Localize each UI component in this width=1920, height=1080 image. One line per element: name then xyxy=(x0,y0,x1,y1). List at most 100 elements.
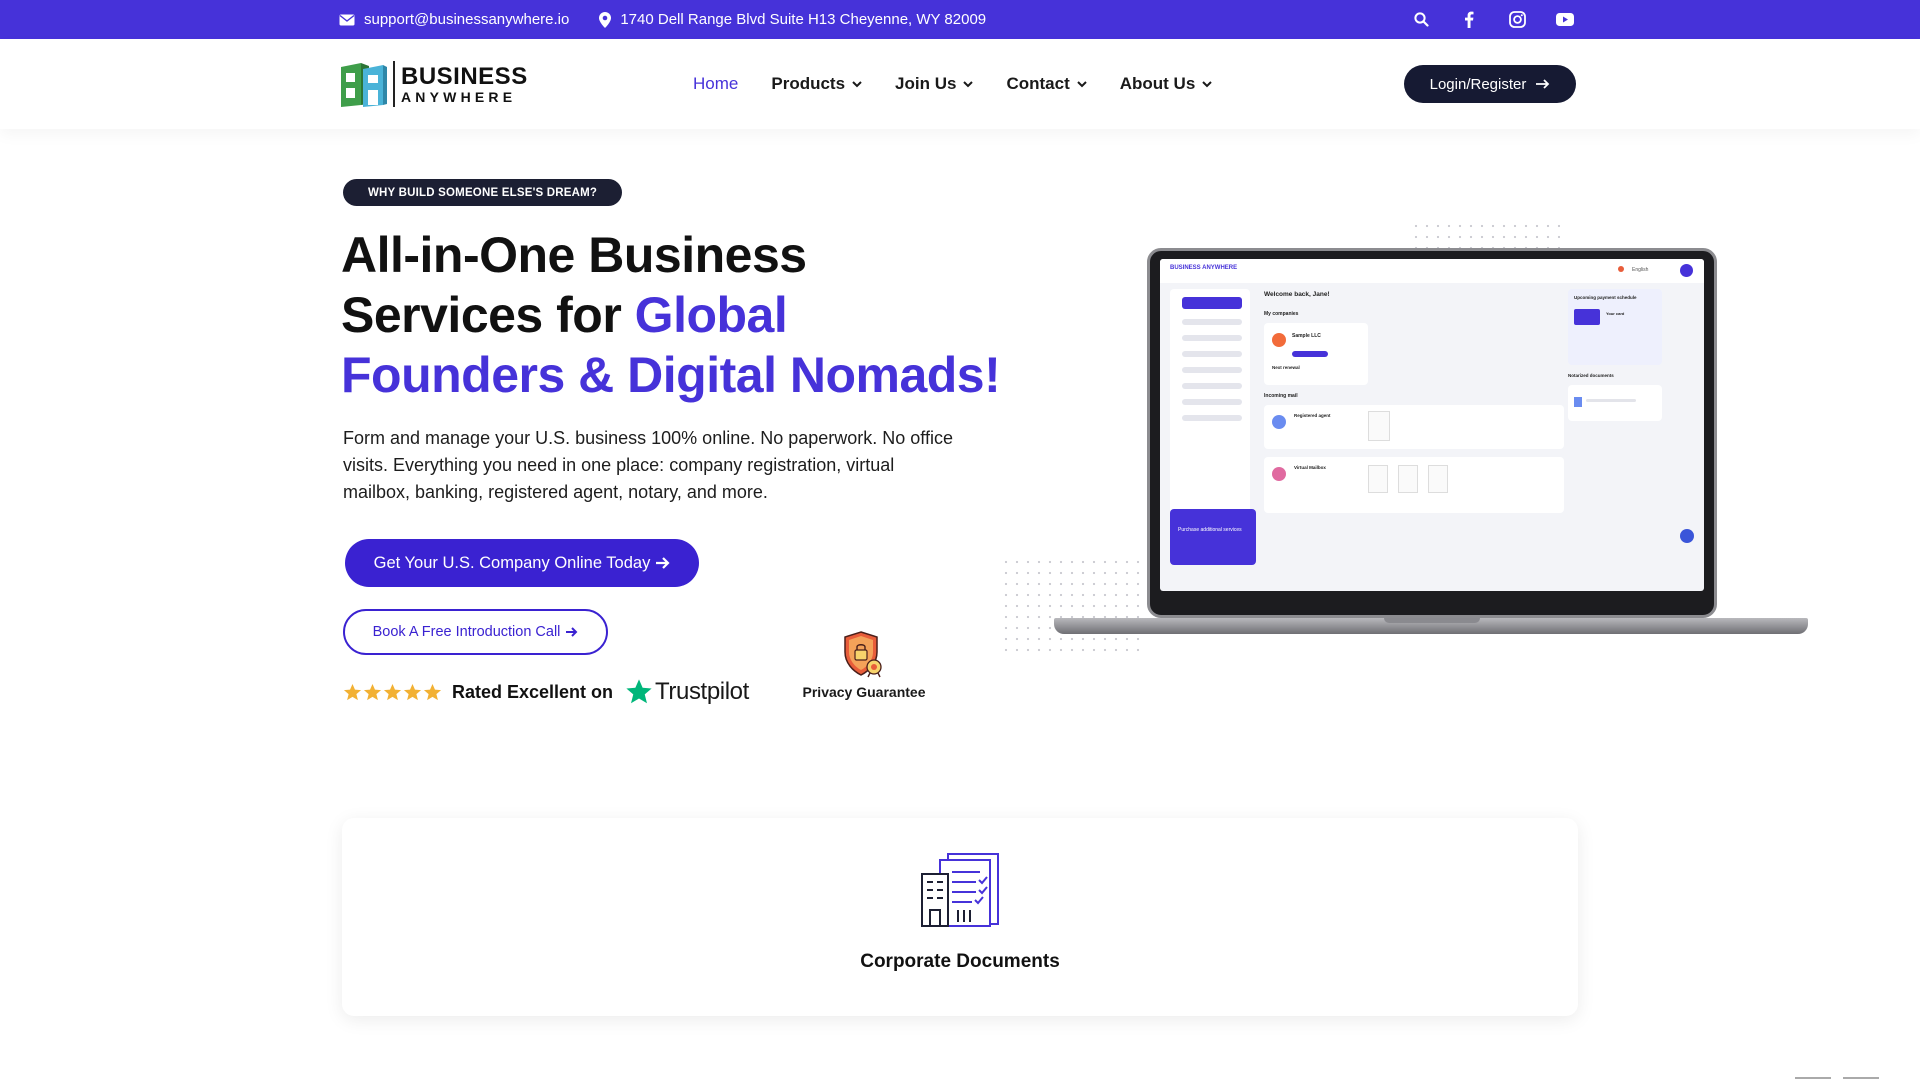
avatar xyxy=(1680,264,1693,277)
dashboard-brand: BUSINESS ANYWHERE xyxy=(1170,265,1238,271)
headline-accent-founders: Founders & Digital Nomads! xyxy=(341,347,1001,403)
logo-line-2: ANYWHERE xyxy=(401,88,517,105)
mail-thumbnail xyxy=(1398,465,1418,493)
notarized-docs-label: Notarized documents xyxy=(1568,373,1614,378)
feature-title: Corporate Documents xyxy=(860,951,1060,972)
logo-line-1: BUSINESS xyxy=(401,62,528,90)
company-card: Sample LLC Next renewal xyxy=(1264,323,1368,385)
sidebar-item xyxy=(1182,319,1242,325)
arrow-right-icon xyxy=(656,557,670,569)
facebook-icon[interactable] xyxy=(1458,9,1480,31)
notification-bell-icon xyxy=(1618,266,1624,272)
trustpilot-text: Trustpilot xyxy=(655,678,749,705)
address-contact: 1740 Dell Range Blvd Suite H13 Cheyenne,… xyxy=(599,11,986,28)
top-social-links xyxy=(1410,0,1602,39)
nav-products-label: Products xyxy=(771,74,846,93)
logo-divider xyxy=(393,61,395,107)
sidebar-item xyxy=(1182,399,1242,405)
business-anywhere-logo[interactable]: BUSINESS ANYWHERE xyxy=(339,59,528,109)
laptop-screen-frame: BUSINESS ANYWHERE English Purchase addit… xyxy=(1147,248,1717,618)
logo-mark-icon xyxy=(339,59,387,109)
cta-primary-label: Get Your U.S. Company Online Today xyxy=(373,553,651,572)
main-header: BUSINESS ANYWHERE Home Products Join Us … xyxy=(0,39,1920,129)
trustpilot-logo[interactable]: Trustpilot xyxy=(625,678,749,706)
sidebar-item xyxy=(1182,415,1242,421)
nav-about-us[interactable]: About Us xyxy=(1120,74,1213,94)
sidebar-item xyxy=(1182,383,1242,389)
nav-contact-label: Contact xyxy=(1006,74,1070,93)
dashboard-welcome: Welcome back, Jane! xyxy=(1264,291,1330,298)
mail-card-virtual-mailbox: Virtual Mailbox xyxy=(1264,457,1564,513)
decorative-lines xyxy=(1795,1077,1879,1079)
mail-icon xyxy=(339,14,355,25)
star-icon xyxy=(403,683,422,702)
youtube-icon[interactable] xyxy=(1554,9,1576,31)
dashboard-laptop-mockup: BUSINESS ANYWHERE English Purchase addit… xyxy=(1054,248,1808,640)
chevron-down-icon xyxy=(852,80,862,88)
purchase-label: Purchase additional services xyxy=(1178,527,1242,533)
nav-home-label: Home xyxy=(693,74,739,93)
star-icon xyxy=(343,683,362,702)
top-contact-info: support@businessanywhere.io 1740 Dell Ra… xyxy=(339,0,1016,39)
mail-avatar xyxy=(1272,467,1286,481)
headline-line-1: All-in-One Business xyxy=(341,227,807,283)
trustpilot-rating: Rated Excellent on Trustpilot xyxy=(343,673,749,711)
get-company-online-button[interactable]: Get Your U.S. Company Online Today xyxy=(345,539,699,587)
cta-secondary-label: Book A Free Introduction Call xyxy=(372,624,561,640)
my-companies-label: My companies xyxy=(1264,311,1299,317)
location-pin-icon xyxy=(599,11,612,28)
laptop-notch xyxy=(1384,618,1480,623)
virtual-mailbox-label: Virtual Mailbox xyxy=(1294,465,1326,470)
star-icon xyxy=(383,683,402,702)
star-icon xyxy=(423,683,442,702)
incoming-mail-label: Incoming mail xyxy=(1264,393,1298,399)
credit-card-icon xyxy=(1574,309,1600,325)
dashboard-topbar: BUSINESS ANYWHERE English xyxy=(1160,259,1704,283)
headline-accent-global: Global xyxy=(634,287,788,343)
complete-badge xyxy=(1292,351,1328,357)
nav-join-us-label: Join Us xyxy=(895,74,957,93)
purchase-services-card: Purchase additional services xyxy=(1170,509,1256,565)
rating-text: Rated Excellent on xyxy=(452,681,614,702)
login-register-label: Login/Register xyxy=(1429,75,1527,93)
chevron-down-icon xyxy=(1077,80,1087,88)
search-icon[interactable] xyxy=(1410,9,1432,31)
arrow-right-icon xyxy=(1536,79,1550,89)
nav-about-us-label: About Us xyxy=(1119,74,1196,93)
hero-headline: All-in-One Business Services for Global … xyxy=(341,225,1061,405)
chevron-down-icon xyxy=(963,80,974,88)
login-register-button[interactable]: Login/Register xyxy=(1404,65,1576,103)
payment-schedule-card: Upcoming payment schedule Your card xyxy=(1568,289,1662,365)
dashboard-language: English xyxy=(1632,267,1649,273)
dashboard-screen: BUSINESS ANYWHERE English Purchase addit… xyxy=(1160,259,1704,591)
top-bar: support@businessanywhere.io 1740 Dell Ra… xyxy=(0,0,1920,39)
instagram-icon[interactable] xyxy=(1506,9,1528,31)
laptop-base xyxy=(1054,618,1808,634)
email-text: support@businessanywhere.io xyxy=(364,11,570,28)
notarized-doc-card xyxy=(1568,385,1662,421)
your-card-label: Your card xyxy=(1606,311,1625,316)
book-intro-call-button[interactable]: Book A Free Introduction Call xyxy=(343,609,608,655)
sidebar-item xyxy=(1182,367,1242,373)
chat-bubble-icon xyxy=(1680,529,1694,543)
nav-join-us[interactable]: Join Us xyxy=(895,74,974,94)
document-icon xyxy=(1574,397,1582,407)
registered-agent-label: Registered agent xyxy=(1294,413,1331,418)
nav-home[interactable]: Home xyxy=(693,74,738,94)
hero-tagline-badge: WHY BUILD SOMEONE ELSE'S DREAM? xyxy=(343,179,623,206)
trustpilot-star-icon xyxy=(626,679,652,704)
sidebar-item-dashboard xyxy=(1182,297,1242,309)
mail-avatar xyxy=(1272,415,1286,429)
nav-products[interactable]: Products xyxy=(771,74,862,94)
shield-lock-icon xyxy=(844,631,882,678)
address-text: 1740 Dell Range Blvd Suite H13 Cheyenne,… xyxy=(620,11,987,28)
email-contact[interactable]: support@businessanywhere.io xyxy=(339,11,569,28)
rating-stars xyxy=(343,683,443,702)
mail-thumbnail xyxy=(1368,411,1390,441)
logo-wordmark: BUSINESS ANYWHERE xyxy=(401,62,528,105)
privacy-guarantee-label: Privacy Guarantee xyxy=(802,684,926,700)
nav-contact[interactable]: Contact xyxy=(1006,74,1087,94)
doc-line xyxy=(1586,399,1636,402)
feature-card-corporate-documents[interactable]: Corporate Documents xyxy=(342,818,1578,1016)
company-avatar xyxy=(1272,333,1286,347)
